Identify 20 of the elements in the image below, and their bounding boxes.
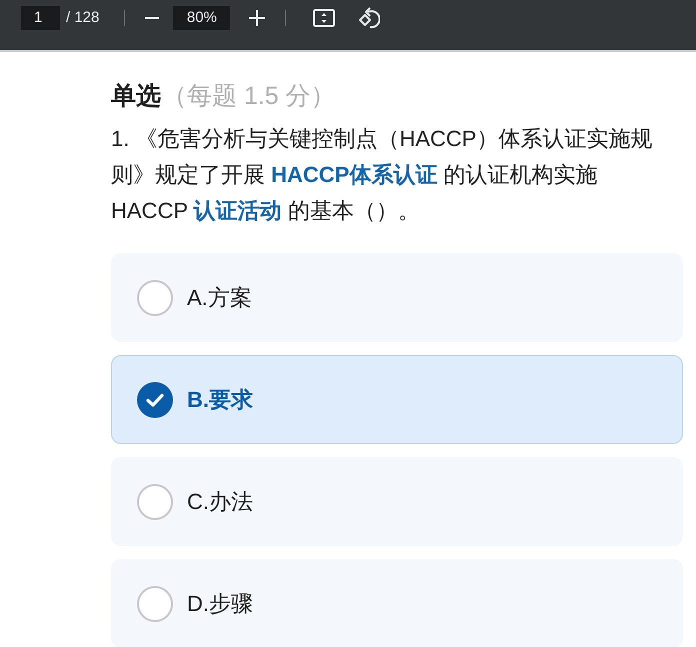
fit-page-button[interactable] bbox=[313, 6, 336, 30]
page-number-field[interactable]: 1 bbox=[21, 6, 60, 30]
question-text: 1. 《危害分析与关键控制点（HACCP）体系认证实施规则》规定了开展 HACCP体系认证 的认证机构实施 HACCP 认证活动 的基本（）。 bbox=[111, 125, 654, 225]
section-title: 单选 bbox=[111, 81, 161, 112]
radio-icon bbox=[137, 484, 173, 520]
answer-option[interactable]: C.办法 bbox=[111, 457, 683, 546]
score-note: （每题 1.5 分） bbox=[162, 81, 336, 112]
answer-option[interactable]: B.要求 bbox=[111, 355, 683, 444]
page-count: / 128 bbox=[66, 8, 100, 28]
plus-icon bbox=[249, 10, 266, 26]
fit-page-icon bbox=[313, 9, 336, 27]
answer-option[interactable]: A.方案 bbox=[111, 253, 683, 342]
rotate-icon bbox=[358, 7, 380, 29]
radio-icon bbox=[137, 586, 173, 622]
check-circle-icon bbox=[137, 382, 173, 418]
zoom-level-field[interactable]: 80% bbox=[173, 6, 230, 30]
minus-icon bbox=[145, 17, 160, 19]
rotate-button[interactable] bbox=[358, 6, 380, 30]
radio-icon bbox=[137, 280, 173, 316]
answer-option[interactable]: D.步骤 bbox=[111, 559, 683, 647]
